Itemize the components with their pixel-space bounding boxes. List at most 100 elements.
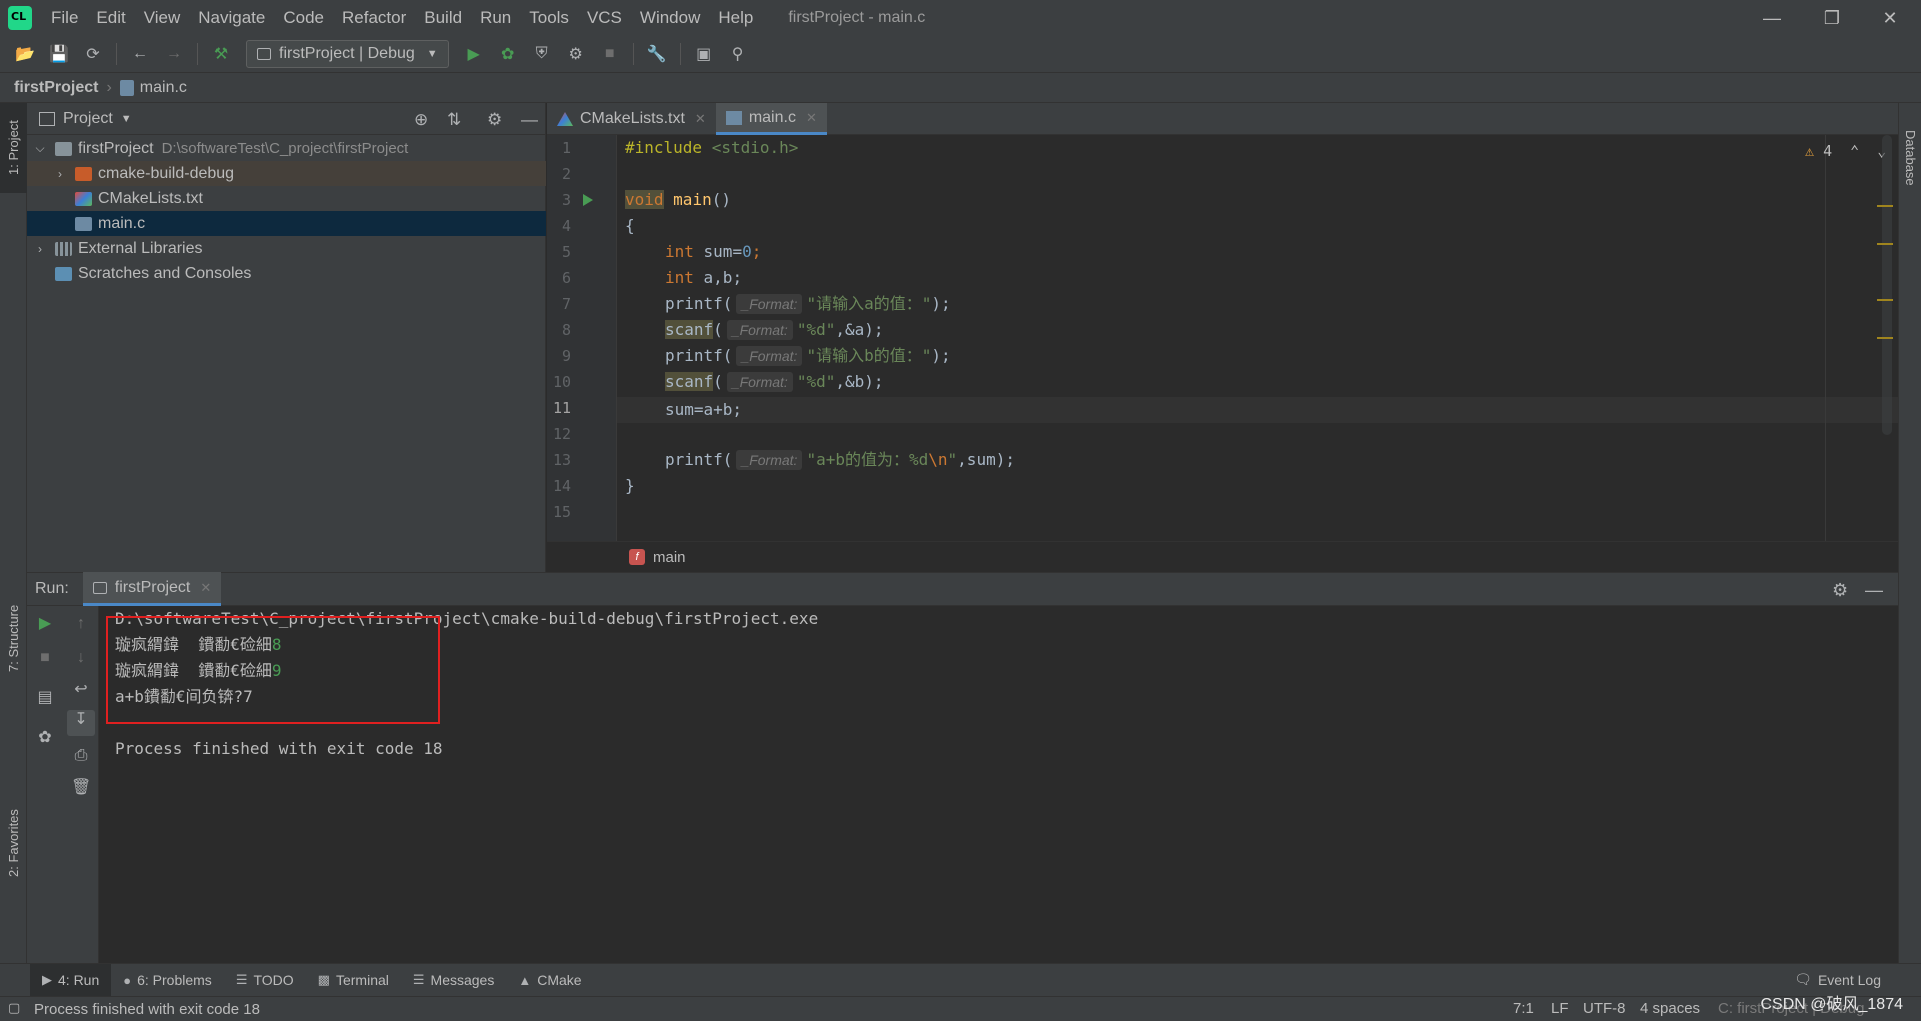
run-config-icon bbox=[92, 581, 107, 594]
run-console[interactable]: D:\softwareTest\C_project\firstProject\c… bbox=[100, 606, 1898, 963]
menu-navigate[interactable]: Navigate bbox=[189, 0, 274, 36]
close-tab-icon[interactable]: ✕ bbox=[806, 110, 817, 126]
tool-tab-database[interactable]: Database bbox=[1899, 113, 1921, 203]
trash-icon[interactable]: 🗑 bbox=[71, 778, 91, 798]
file-encoding[interactable]: UTF-8 bbox=[1583, 1000, 1626, 1017]
chevron-down-icon[interactable]: ⌵ bbox=[33, 141, 47, 156]
list-icon: ☰ bbox=[235, 972, 248, 987]
tree-item-cmake-build-debug[interactable]: › cmake-build-debug bbox=[27, 161, 546, 186]
forward-arrow-icon[interactable]: → bbox=[163, 43, 185, 65]
menu-view[interactable]: View bbox=[135, 0, 190, 36]
breadcrumb-project[interactable]: firstProject bbox=[14, 79, 98, 97]
search-icon[interactable]: ⚲ bbox=[727, 43, 749, 65]
tool-tab-problems[interactable]: ● 6: Problems bbox=[111, 964, 224, 997]
run-config-icon bbox=[257, 48, 271, 60]
run-tab-firstproject[interactable]: firstProject ✕ bbox=[82, 572, 222, 606]
tree-item-main-c[interactable]: main.c bbox=[27, 211, 546, 236]
code-editor[interactable]: 1 2 3 4 5 6 7 8 9 10 11 12 13 14 15 #inc… bbox=[547, 135, 1898, 541]
menu-help[interactable]: Help bbox=[709, 0, 762, 36]
chevron-down-icon[interactable]: ▼ bbox=[121, 113, 132, 125]
menu-run[interactable]: Run bbox=[471, 0, 520, 36]
indent-setting[interactable]: 4 spaces bbox=[1640, 1000, 1700, 1017]
settings-wrench-icon[interactable]: 🔧 bbox=[646, 43, 668, 65]
error-stripe-mark[interactable] bbox=[1877, 243, 1893, 245]
menu-build[interactable]: Build bbox=[415, 0, 471, 36]
warnings-indicator[interactable]: ⚠ 4 ⌃ ⌄ bbox=[1805, 142, 1886, 160]
arrow-up-icon[interactable]: ↑ bbox=[71, 614, 91, 634]
tree-item-cmakelists[interactable]: CMakeLists.txt bbox=[27, 186, 546, 211]
run-gutter-icon[interactable] bbox=[583, 194, 593, 206]
tool-tab-todo[interactable]: ☰ TODO bbox=[224, 964, 306, 997]
caret-position[interactable]: 7:1 bbox=[1513, 1000, 1534, 1017]
hide-panel-icon[interactable]: — bbox=[521, 110, 538, 130]
menu-code[interactable]: Code bbox=[274, 0, 333, 36]
run-icon[interactable]: ▶ bbox=[463, 43, 485, 65]
tab-main-c[interactable]: main.c ✕ bbox=[715, 103, 827, 135]
coverage-icon[interactable]: ⛨ bbox=[531, 43, 553, 65]
token: ; bbox=[751, 242, 762, 261]
arrow-down-icon[interactable]: ↓ bbox=[71, 648, 91, 668]
collapse-all-icon[interactable]: ⇅ bbox=[447, 110, 461, 130]
tab-label: CMakeLists.txt bbox=[580, 110, 685, 127]
pin-icon[interactable]: ✿ bbox=[35, 728, 55, 748]
tool-tab-favorites[interactable]: 2: Favorites bbox=[0, 793, 27, 893]
error-stripe-mark[interactable] bbox=[1877, 299, 1893, 301]
error-stripe-mark[interactable] bbox=[1877, 205, 1893, 207]
print-icon[interactable]: ⎙ bbox=[71, 746, 91, 766]
locate-icon[interactable]: ⊕ bbox=[414, 110, 428, 130]
tree-item-external-libraries[interactable]: › External Libraries bbox=[27, 236, 546, 261]
project-view-selector[interactable]: Project bbox=[63, 110, 113, 128]
tool-tab-terminal[interactable]: ▩ Terminal bbox=[306, 964, 401, 997]
menu-refactor[interactable]: Refactor bbox=[333, 0, 415, 36]
tool-tab-cmake[interactable]: ▲ CMake bbox=[506, 964, 593, 997]
stop-icon[interactable]: ■ bbox=[35, 648, 55, 668]
save-all-icon[interactable]: 💾 bbox=[48, 43, 70, 65]
tool-tab-project[interactable]: 1: Project bbox=[0, 103, 27, 193]
breadcrumb-file[interactable]: main.c bbox=[140, 79, 187, 97]
editor-breadcrumb[interactable]: f main bbox=[547, 541, 1898, 572]
open-folder-icon[interactable]: 📂 bbox=[14, 43, 36, 65]
close-icon[interactable]: ✕ bbox=[1861, 0, 1919, 36]
close-tab-icon[interactable]: ✕ bbox=[695, 111, 706, 127]
rerun-icon[interactable]: ▶ bbox=[35, 614, 55, 634]
chevron-right-icon[interactable]: › bbox=[53, 167, 67, 181]
error-stripe-mark[interactable] bbox=[1877, 337, 1893, 339]
soft-wrap-icon[interactable]: ↩ bbox=[71, 680, 91, 700]
layout-icon[interactable]: ▤ bbox=[35, 688, 55, 708]
sync-icon[interactable]: ⟳ bbox=[82, 43, 104, 65]
close-tab-icon[interactable]: ✕ bbox=[200, 580, 211, 596]
tool-tab-messages[interactable]: ☰ Messages bbox=[401, 964, 506, 997]
line-separator[interactable]: LF bbox=[1551, 1000, 1569, 1017]
menu-window[interactable]: Window bbox=[631, 0, 709, 36]
gear-icon[interactable]: ⚙ bbox=[1832, 580, 1848, 601]
scroll-to-end-icon[interactable]: ↧ bbox=[67, 710, 95, 736]
menu-file[interactable]: File bbox=[42, 0, 87, 36]
menu-tools[interactable]: Tools bbox=[520, 0, 578, 36]
menu-edit[interactable]: Edit bbox=[87, 0, 134, 36]
debug-bug-icon[interactable]: ✿ bbox=[497, 43, 519, 65]
minimize-icon[interactable]: — bbox=[1743, 0, 1801, 36]
build-hammer-icon[interactable]: ⚒ bbox=[210, 43, 232, 65]
editor-gutter: 1 2 3 4 5 6 7 8 9 10 11 12 13 14 15 bbox=[547, 135, 617, 541]
tree-item-scratches[interactable]: Scratches and Consoles bbox=[27, 261, 546, 286]
tree-item-path: D:\softwareTest\C_project\firstProject bbox=[161, 140, 409, 157]
chevron-right-icon[interactable]: › bbox=[33, 242, 47, 256]
watermark: CSDN @破风_1874 bbox=[1760, 996, 1903, 1013]
restore-icon[interactable]: ❐ bbox=[1803, 0, 1861, 36]
panel-toggle-icon[interactable]: ▢ bbox=[8, 1000, 20, 1016]
tool-tab-run[interactable]: ▶ 4: Run bbox=[30, 963, 112, 997]
breadcrumb-function[interactable]: main bbox=[653, 549, 686, 566]
tree-item-firstproject[interactable]: ⌵ firstProject D:\softwareTest\C_project… bbox=[27, 136, 546, 161]
tool-tab-structure[interactable]: 7: Structure bbox=[0, 583, 27, 693]
menu-vcs[interactable]: VCS bbox=[578, 0, 631, 36]
run-configuration-select[interactable]: firstProject | Debug ▼ bbox=[246, 40, 449, 68]
hide-panel-icon[interactable]: — bbox=[1865, 580, 1883, 601]
back-arrow-icon[interactable]: ← bbox=[129, 43, 151, 65]
gear-icon[interactable]: ⚙ bbox=[487, 110, 502, 130]
editor-scrollbar[interactable] bbox=[1882, 135, 1892, 435]
chevron-up-icon[interactable]: ⌃ bbox=[1850, 142, 1859, 160]
stop-icon[interactable]: ■ bbox=[599, 43, 621, 65]
tab-cmakelists[interactable]: CMakeLists.txt ✕ bbox=[547, 103, 716, 135]
profile-icon[interactable]: ⚙ bbox=[565, 43, 587, 65]
project-structure-icon[interactable]: ▣ bbox=[693, 43, 715, 65]
